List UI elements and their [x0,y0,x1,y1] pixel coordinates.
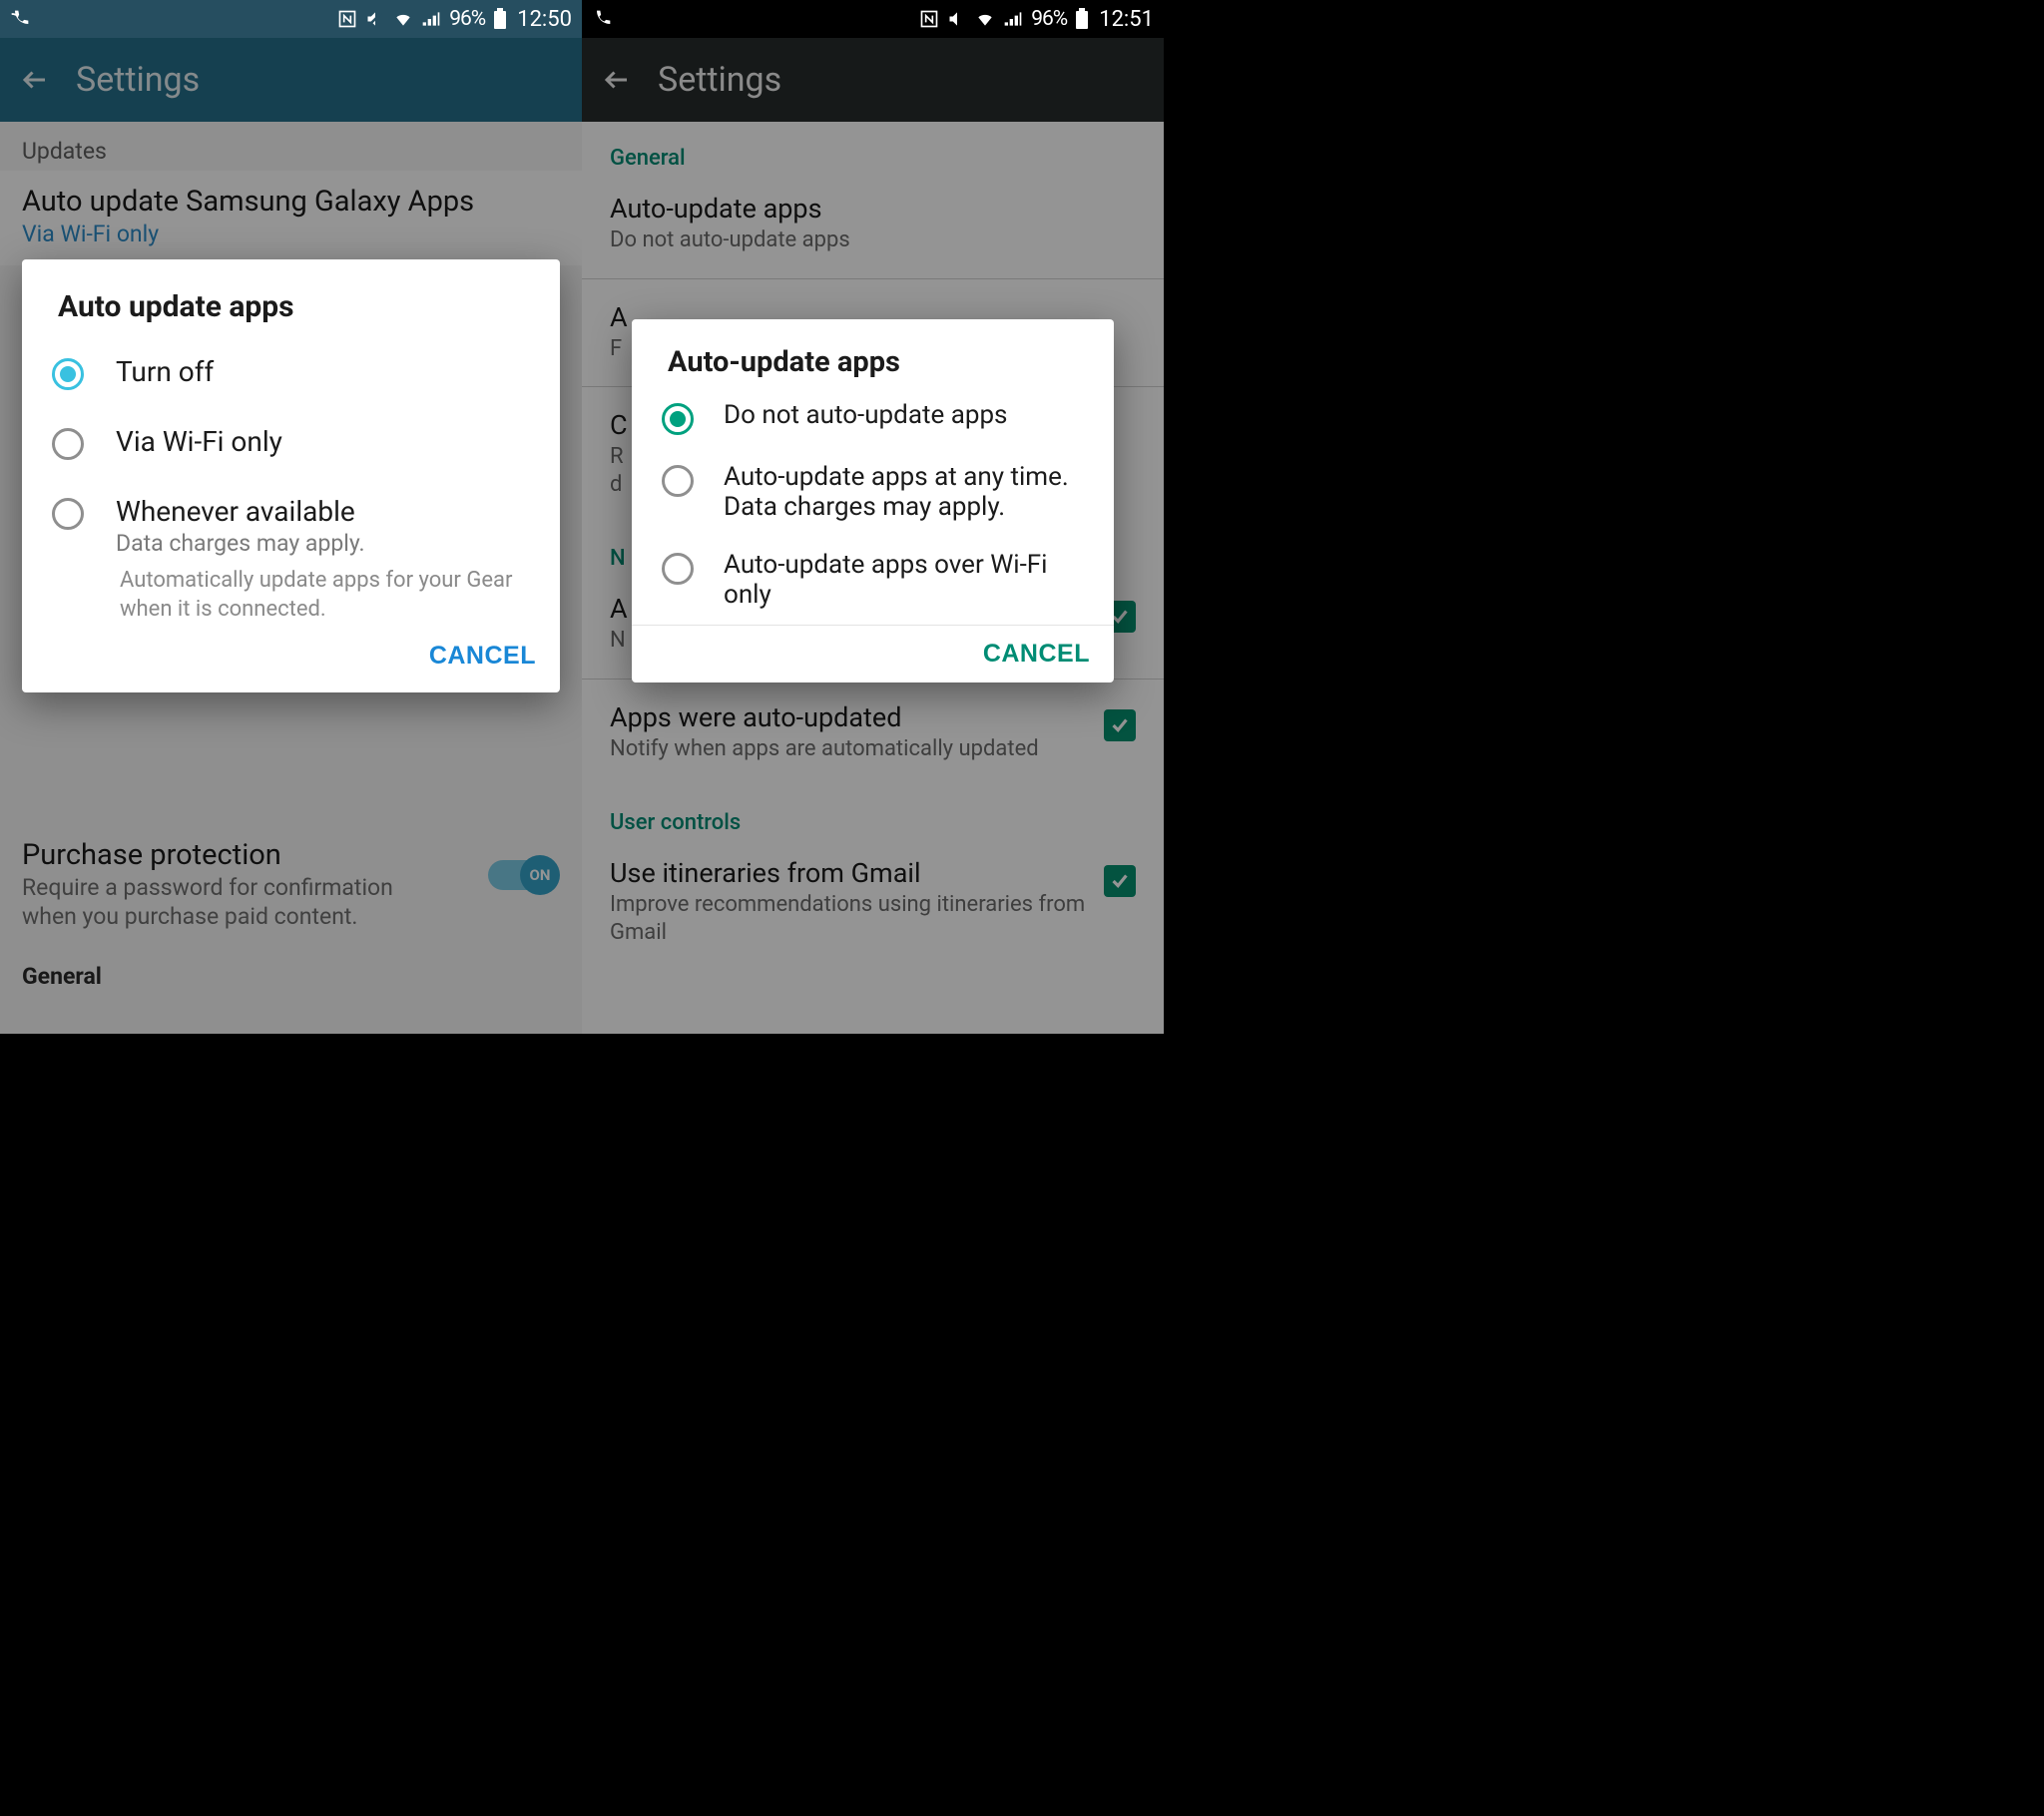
radio-option-wifi-only[interactable]: Auto-update apps over Wi-Fi only [632,537,1114,625]
dialog-auto-update-apps: Auto-update apps Do not auto-update apps… [632,319,1114,682]
radio-label: Turn off [116,356,530,388]
battery-percent: 96% [449,7,485,31]
dialog-footnote: Automatically update apps for your Gear … [22,563,560,632]
radio-icon [52,428,84,460]
dialog-title: Auto-update apps [632,319,1114,387]
signal-icon [1003,9,1023,29]
signal-icon [421,9,441,29]
radio-sublabel: Data charges may apply. [116,530,530,557]
phone-right: 96% 12:51 Settings General Auto-update a… [582,0,1164,1034]
nfc-icon [919,9,939,29]
wifi-icon [975,9,995,29]
radio-option-any-time[interactable]: Auto-update apps at any time. Data charg… [632,449,1114,537]
radio-option-wifi-only[interactable]: Via Wi-Fi only [22,408,560,478]
phone-left: 96% 12:50 Settings Updates Auto update S… [0,0,582,1034]
status-bar: 96% 12:51 [582,0,1164,38]
radio-label: Auto-update apps at any time. Data charg… [724,463,1084,523]
radio-label: Do not auto-update apps [724,401,1084,431]
radio-icon [52,498,84,530]
radio-icon [52,358,84,390]
wifi-icon [393,9,413,29]
wifi-calling-icon [592,9,612,29]
cancel-button[interactable]: CANCEL [429,642,536,671]
radio-icon [662,403,694,435]
clock: 12:51 [1099,7,1154,32]
radio-option-whenever-available[interactable]: Whenever available Data charges may appl… [22,478,560,563]
dialog-title: Auto update apps [22,259,560,338]
radio-label: Via Wi-Fi only [116,426,530,458]
radio-icon [662,465,694,497]
radio-option-do-not-auto-update[interactable]: Do not auto-update apps [632,387,1114,449]
cancel-button[interactable]: CANCEL [983,640,1090,669]
mute-icon [365,9,385,29]
radio-label: Auto-update apps over Wi-Fi only [724,551,1084,611]
battery-percent: 96% [1031,7,1067,31]
battery-icon [1075,8,1089,30]
radio-icon [662,553,694,585]
battery-icon [493,8,507,30]
clock: 12:50 [517,7,572,32]
nfc-icon [337,9,357,29]
radio-label: Whenever available [116,496,530,528]
dialog-auto-update-apps: Auto update apps Turn off Via Wi-Fi only… [22,259,560,692]
wifi-calling-icon [10,9,30,29]
status-bar: 96% 12:50 [0,0,582,38]
radio-option-turn-off[interactable]: Turn off [22,338,560,408]
mute-icon [947,9,967,29]
